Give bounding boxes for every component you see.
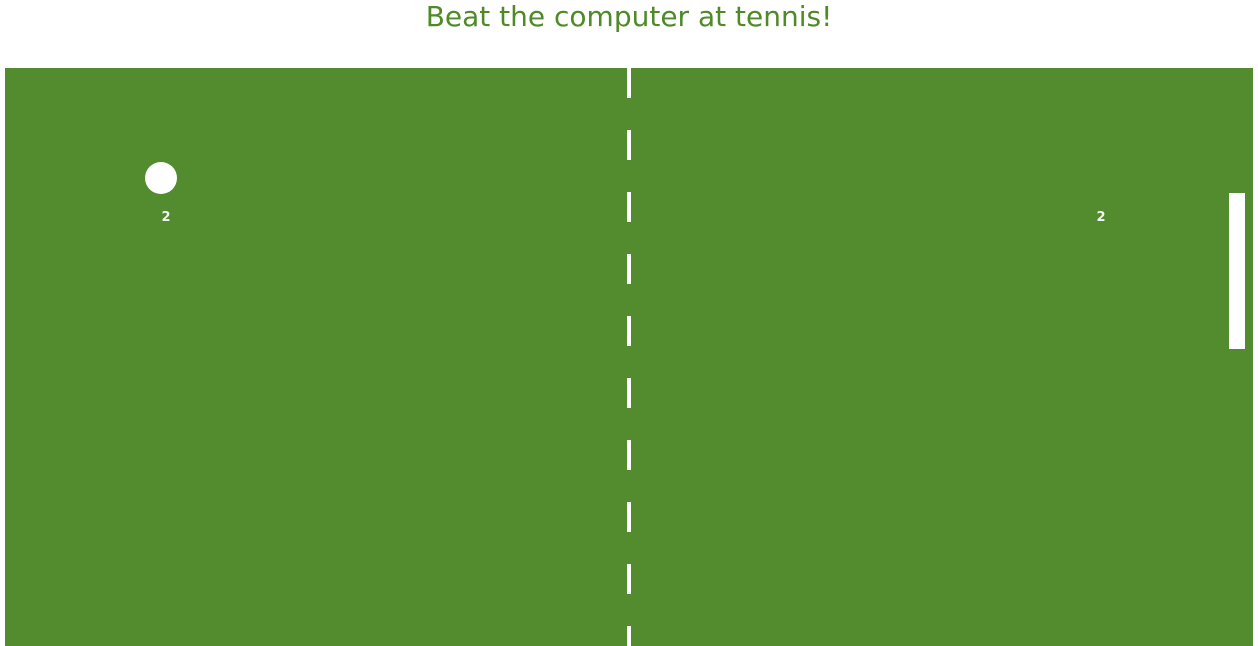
computer-score: 2	[1096, 210, 1106, 225]
tennis-ball	[145, 162, 177, 194]
player-score: 2	[161, 210, 171, 225]
page-title: Beat the computer at tennis!	[425, 0, 833, 33]
tennis-court[interactable]: 2 2	[5, 68, 1253, 646]
center-net	[627, 68, 631, 646]
tennis-game-page: Beat the computer at tennis! 2 2	[0, 0, 1258, 646]
computer-paddle	[1229, 193, 1245, 349]
